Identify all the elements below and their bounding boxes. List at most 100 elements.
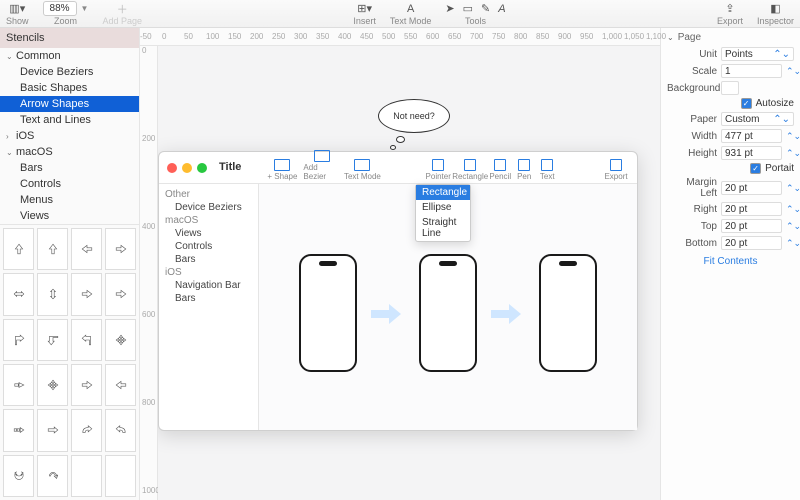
flow-arrow-icon[interactable] bbox=[371, 304, 401, 324]
inspector-group[interactable]: ◧ Inspector bbox=[757, 2, 794, 26]
doc-side-item[interactable]: Controls bbox=[159, 240, 258, 253]
arrow-shape[interactable] bbox=[3, 455, 34, 497]
zoom-value[interactable]: 88% bbox=[43, 1, 77, 16]
paper-select[interactable]: Custom⌃⌄ bbox=[721, 112, 794, 126]
doc-tool-rect[interactable]: Rectangle bbox=[454, 159, 486, 181]
doc-side-group[interactable]: macOS bbox=[159, 214, 258, 227]
doc-tool-export[interactable]: Export bbox=[601, 159, 631, 181]
rect-tool-icon[interactable]: ▭ bbox=[463, 2, 473, 15]
canvas[interactable]: Not need? Title + Shape Add bbox=[158, 46, 660, 500]
scale-field[interactable]: 1 bbox=[721, 64, 782, 78]
height-field[interactable]: 931 pt bbox=[721, 146, 782, 160]
tree-group-ios[interactable]: ›iOS bbox=[0, 128, 139, 144]
margin-left-field[interactable]: 20 pt bbox=[721, 181, 782, 195]
doc-side-item[interactable]: Device Beziers bbox=[159, 201, 258, 214]
tree-group-macos[interactable]: ⌄macOS bbox=[0, 144, 139, 160]
phone-mockup[interactable] bbox=[539, 254, 597, 372]
dropdown-item[interactable]: Ellipse bbox=[416, 200, 470, 215]
tools-group[interactable]: ➤ ▭ ✎ A Tools bbox=[445, 2, 505, 26]
doc-tool-bezier[interactable]: Add Bezier bbox=[303, 150, 341, 181]
stepper-icon[interactable]: ⌃⌄ bbox=[786, 131, 794, 142]
pointer-icon[interactable]: ➤ bbox=[445, 2, 454, 15]
zoom-icon[interactable] bbox=[197, 163, 207, 173]
add-page-group[interactable]: ＋ Add Page bbox=[102, 2, 142, 26]
portrait-checkbox[interactable]: ✓ bbox=[750, 163, 761, 174]
arrow-shape[interactable] bbox=[105, 409, 136, 451]
autosize-checkbox[interactable]: ✓ bbox=[741, 98, 752, 109]
doc-canvas[interactable]: Rectangle Ellipse Straight Line bbox=[259, 184, 637, 430]
unit-select[interactable]: Points⌃⌄ bbox=[721, 47, 794, 61]
zoom-group[interactable]: 88%▼ Zoom bbox=[43, 1, 89, 26]
chevron-down-icon[interactable]: ▼ bbox=[81, 4, 89, 13]
doc-tool-pencil[interactable]: Pencil bbox=[488, 159, 512, 181]
pencil-icon[interactable]: ✎ bbox=[481, 2, 490, 15]
document-window[interactable]: Title + Shape Add Bezier Text Mode Point… bbox=[158, 151, 638, 431]
tree-item-selected[interactable]: Arrow Shapes bbox=[0, 96, 139, 112]
arrow-shape[interactable] bbox=[37, 364, 68, 406]
window-controls[interactable] bbox=[167, 163, 207, 173]
arrow-shape[interactable] bbox=[71, 364, 102, 406]
doc-side-item[interactable]: Bars bbox=[159, 253, 258, 266]
doc-tool-pen[interactable]: Pen bbox=[514, 159, 534, 181]
arrow-shape[interactable] bbox=[37, 273, 68, 315]
tree-group-common[interactable]: ⌄Common bbox=[0, 48, 139, 64]
tree-item[interactable]: Text and Lines bbox=[0, 112, 139, 128]
arrow-shape[interactable] bbox=[105, 319, 136, 361]
doc-side-item[interactable]: Views bbox=[159, 227, 258, 240]
stepper-icon[interactable]: ⌃⌄ bbox=[786, 204, 794, 215]
arrow-shape[interactable] bbox=[105, 455, 136, 497]
tree-item[interactable]: Basic Shapes bbox=[0, 80, 139, 96]
arrow-shape[interactable] bbox=[105, 273, 136, 315]
phone-mockup[interactable] bbox=[299, 254, 357, 372]
arrow-shape[interactable] bbox=[105, 228, 136, 270]
flow-arrow-icon[interactable] bbox=[491, 304, 521, 324]
stepper-icon[interactable]: ⌃⌄ bbox=[786, 66, 794, 77]
doc-tool-shape[interactable]: + Shape bbox=[263, 159, 301, 181]
doc-side-item[interactable]: Navigation Bar bbox=[159, 279, 258, 292]
stepper-icon[interactable]: ⌃⌄ bbox=[786, 238, 794, 249]
background-color-well[interactable] bbox=[721, 81, 739, 95]
arrow-shape[interactable] bbox=[37, 409, 68, 451]
speech-bubble[interactable]: Not need? bbox=[378, 99, 450, 133]
phone-mockup[interactable] bbox=[419, 254, 477, 372]
arrow-shape[interactable] bbox=[71, 273, 102, 315]
doc-side-item[interactable]: Bars bbox=[159, 292, 258, 305]
margin-right-field[interactable]: 20 pt bbox=[721, 202, 782, 216]
arrow-shape[interactable] bbox=[71, 455, 102, 497]
close-icon[interactable] bbox=[167, 163, 177, 173]
arrow-shape[interactable] bbox=[71, 228, 102, 270]
shape-dropdown[interactable]: Rectangle Ellipse Straight Line bbox=[415, 184, 471, 242]
arrow-shape[interactable] bbox=[105, 364, 136, 406]
arrow-shape[interactable] bbox=[3, 409, 34, 451]
stepper-icon[interactable]: ⌃⌄ bbox=[786, 221, 794, 232]
stepper-icon[interactable]: ⌃⌄ bbox=[786, 148, 794, 159]
textmode-group[interactable]: A Text Mode bbox=[390, 2, 432, 26]
arrow-shape[interactable] bbox=[37, 319, 68, 361]
arrow-shape[interactable] bbox=[37, 228, 68, 270]
stepper-icon[interactable]: ⌃⌄ bbox=[786, 183, 794, 194]
dropdown-item-selected[interactable]: Rectangle bbox=[416, 185, 470, 200]
arrow-shape[interactable] bbox=[3, 273, 34, 315]
minimize-icon[interactable] bbox=[182, 163, 192, 173]
tree-item[interactable]: Device Beziers bbox=[0, 64, 139, 80]
arrow-shape[interactable] bbox=[3, 319, 34, 361]
arrow-shape[interactable] bbox=[3, 364, 34, 406]
arrow-shape[interactable] bbox=[37, 455, 68, 497]
margin-top-field[interactable]: 20 pt bbox=[721, 219, 782, 233]
text-tool-icon[interactable]: A bbox=[498, 3, 505, 15]
doc-tool-text[interactable]: Text bbox=[536, 159, 558, 181]
arrow-shape[interactable] bbox=[3, 228, 34, 270]
tree-item[interactable]: Bars bbox=[0, 160, 139, 176]
export-group[interactable]: ⇪ Export bbox=[717, 2, 743, 26]
doc-tool-textmode[interactable]: Text Mode bbox=[343, 159, 381, 181]
doc-side-group[interactable]: iOS bbox=[159, 266, 258, 279]
dropdown-item[interactable]: Straight Line bbox=[416, 215, 470, 241]
tree-item[interactable]: Views bbox=[0, 208, 139, 224]
show-group[interactable]: ▥▾ Show bbox=[6, 2, 29, 26]
inspector-section-header[interactable]: ⌄Page bbox=[667, 32, 794, 43]
margin-bottom-field[interactable]: 20 pt bbox=[721, 236, 782, 250]
arrow-shape[interactable] bbox=[71, 409, 102, 451]
fit-contents-button[interactable]: Fit Contents bbox=[667, 256, 794, 267]
insert-group[interactable]: ⊞▾ Insert bbox=[353, 2, 376, 26]
arrow-shape[interactable] bbox=[71, 319, 102, 361]
